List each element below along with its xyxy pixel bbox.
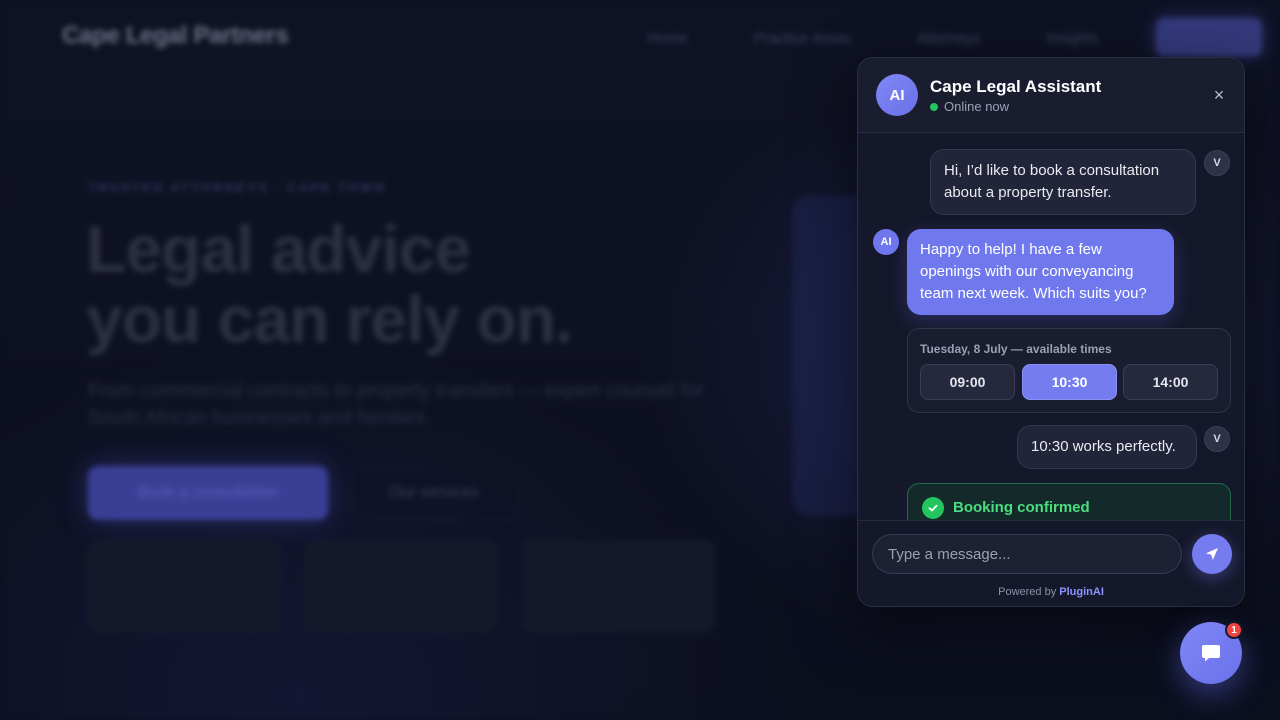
- time-slot-1400[interactable]: 14:00: [1123, 364, 1218, 400]
- chat-footer: Powered by PluginAI: [858, 520, 1244, 606]
- user-avatar: V: [1204, 150, 1230, 176]
- powered-by: Powered by PluginAI: [858, 586, 1244, 598]
- feature-card: [305, 540, 497, 632]
- hero-title-line-1: Legal advice: [86, 212, 471, 286]
- online-dot-icon: [930, 102, 938, 111]
- nav-item-practice-areas: Practice Areas: [754, 29, 851, 47]
- feature-card: [522, 540, 714, 632]
- chat-title: Cape Legal Assistant: [930, 77, 1102, 96]
- check-circle-icon: [922, 497, 944, 519]
- nav-item-insights: Insights: [1046, 29, 1098, 47]
- our-services-button: Our services: [350, 466, 518, 520]
- site-brand: Cape Legal Partners: [62, 22, 289, 49]
- send-button[interactable]: [1192, 534, 1232, 574]
- user-avatar: V: [1204, 426, 1230, 452]
- chat-widget: AI Cape Legal Assistant Online now × Hi,…: [857, 57, 1245, 607]
- time-slot-0900[interactable]: 09:00: [920, 364, 1015, 400]
- hero-subtitle: From commercial contracts to property tr…: [88, 380, 704, 429]
- time-slot-label: Tuesday, 8 July — available times: [920, 342, 1112, 356]
- powered-by-prefix: Powered by: [998, 586, 1057, 598]
- chat-header: AI Cape Legal Assistant Online now ×: [858, 58, 1244, 133]
- time-slot-picker: Tuesday, 8 July — available times 09:00 …: [907, 328, 1231, 413]
- hero-title-line-2: you can rely on.: [86, 282, 573, 356]
- powered-by-brand-link[interactable]: PluginAI: [1059, 586, 1104, 598]
- nav-item-attorneys: Attorneys: [916, 29, 981, 47]
- site-nav: Home Practice Areas Attorneys Insights: [648, 18, 1262, 56]
- nav-contact-button: [1155, 18, 1262, 56]
- time-slot-1030-selected[interactable]: 10:30: [1022, 364, 1117, 400]
- hero-eyebrow: TRUSTED ATTORNEYS · CAPE TOWN: [88, 180, 387, 195]
- booking-confirmed-title: Booking confirmed: [953, 499, 1090, 516]
- online-status: Online now: [930, 99, 1009, 114]
- ai-avatar: AI: [873, 229, 899, 255]
- user-message: Hi, I’d like to book a consultation abou…: [930, 149, 1196, 215]
- hero-title: Legal advice you can rely on.: [86, 212, 573, 356]
- send-icon: [1206, 548, 1218, 560]
- close-chat-button[interactable]: ×: [1210, 86, 1228, 104]
- ai-message: Happy to help! I have a few openings wit…: [907, 229, 1174, 315]
- chat-messages[interactable]: Hi, I’d like to book a consultation abou…: [858, 134, 1244, 520]
- feature-card: [88, 540, 280, 632]
- unread-badge: 1: [1225, 621, 1243, 639]
- assistant-avatar: AI: [876, 74, 918, 116]
- chat-bubble-icon: [1202, 645, 1220, 662]
- user-message: 10:30 works perfectly.: [1017, 425, 1197, 469]
- book-consultation-button: Book a consultation: [88, 466, 328, 520]
- booking-confirmation-card: Booking confirmed: [907, 483, 1231, 520]
- online-status-text: Online now: [944, 99, 1010, 114]
- message-input[interactable]: [872, 534, 1182, 574]
- nav-item-home: Home: [648, 29, 689, 47]
